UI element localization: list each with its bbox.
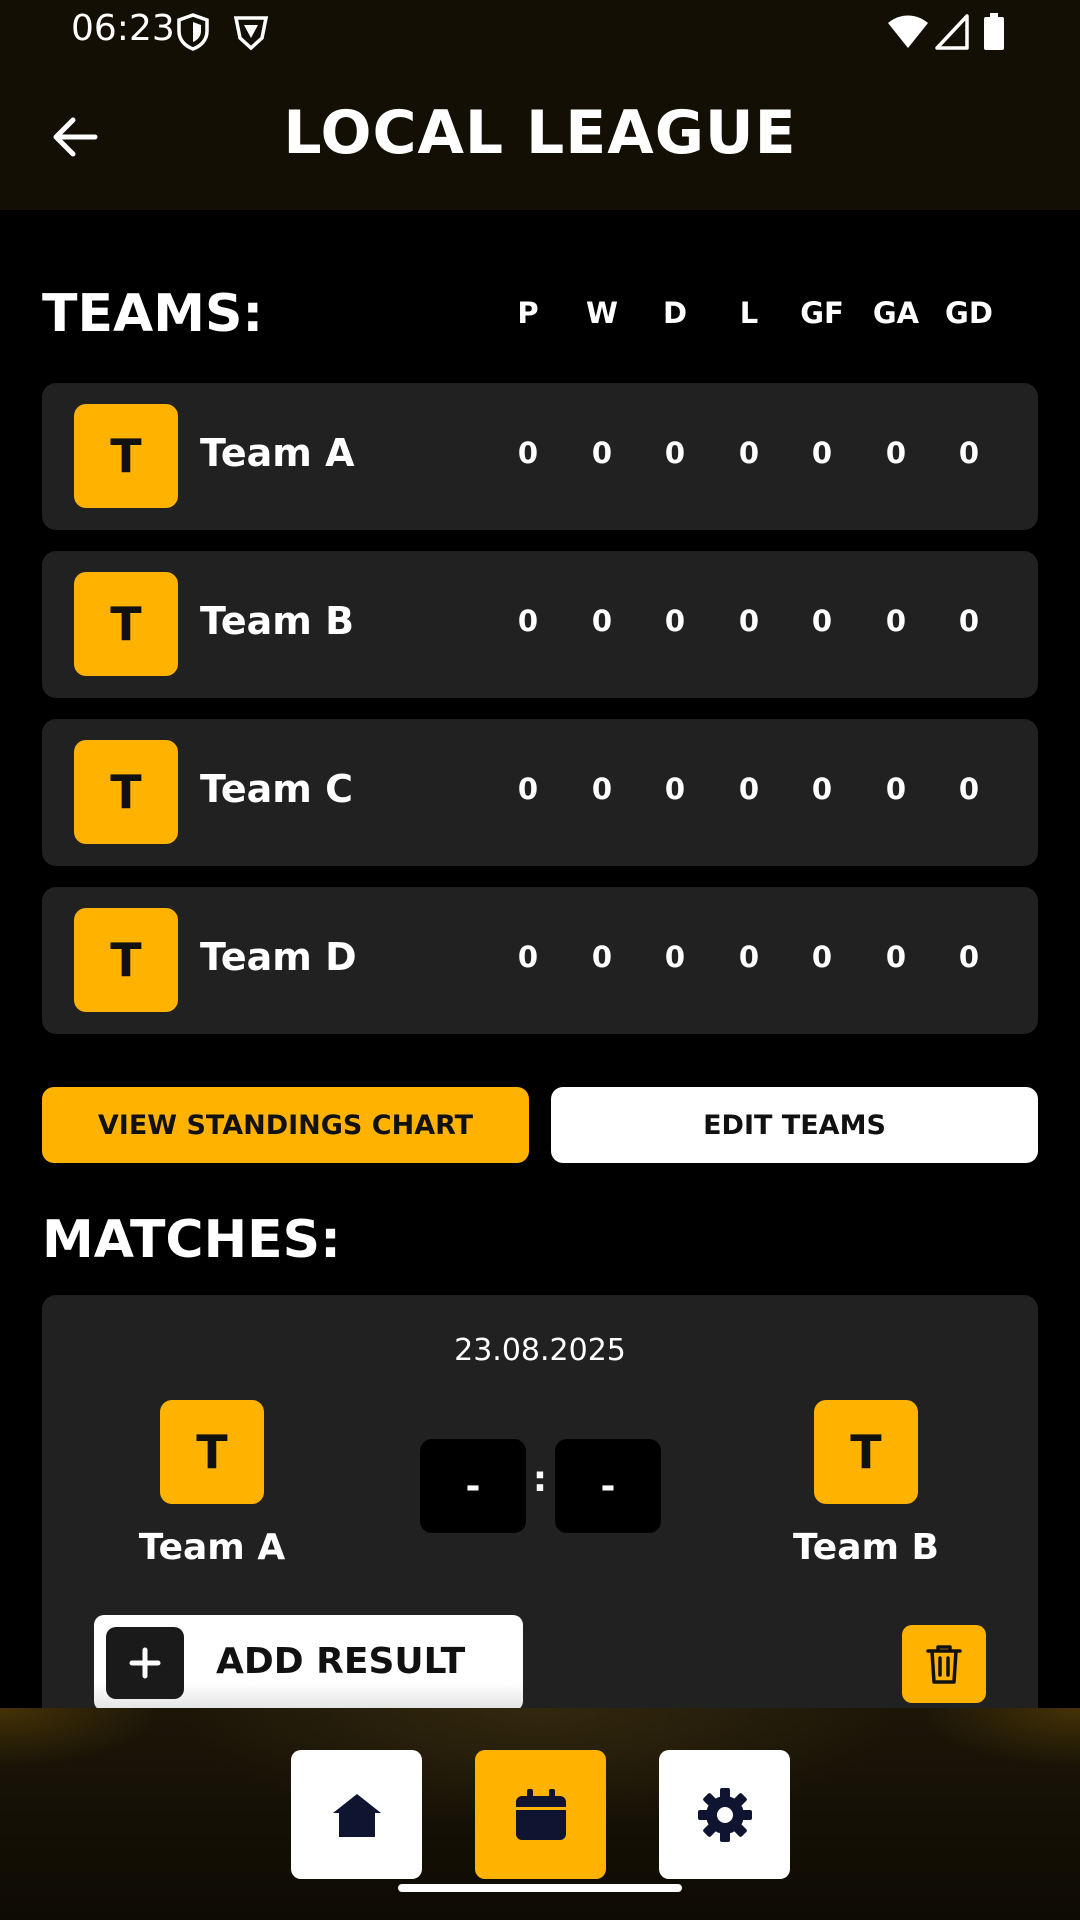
nav-home-button[interactable] bbox=[291, 1750, 422, 1879]
stat-won: 0 bbox=[591, 772, 613, 806]
column-header-goals-for: GF bbox=[800, 296, 844, 330]
team-avatar: T bbox=[74, 572, 178, 676]
stat-lost: 0 bbox=[738, 604, 760, 638]
team-row[interactable]: T Team D 0 0 0 0 0 0 0 bbox=[42, 887, 1038, 1034]
stat-goals-against: 0 bbox=[885, 772, 907, 806]
app-bar: LOCAL LEAGUE bbox=[0, 64, 1080, 210]
match-date: 23.08.2025 bbox=[454, 1333, 626, 1368]
away-score: - bbox=[555, 1439, 661, 1533]
gesture-navigation-bar[interactable] bbox=[398, 1884, 682, 1892]
team-avatar: T bbox=[74, 908, 178, 1012]
nav-calendar-button[interactable] bbox=[475, 1750, 606, 1879]
status-time: 06:23 bbox=[71, 8, 175, 49]
view-standings-chart-button[interactable]: VIEW STANDINGS CHART bbox=[42, 1087, 529, 1163]
column-header-lost: L bbox=[739, 296, 759, 330]
trash-icon bbox=[926, 1645, 962, 1684]
team-name: Team D bbox=[200, 935, 357, 979]
stat-goals-against: 0 bbox=[885, 940, 907, 974]
team-row[interactable]: T Team A 0 0 0 0 0 0 0 bbox=[42, 383, 1038, 530]
column-header-won: W bbox=[586, 296, 618, 330]
edit-teams-button[interactable]: EDIT TEAMS bbox=[551, 1087, 1038, 1163]
home-icon bbox=[332, 1793, 381, 1837]
stat-lost: 0 bbox=[738, 436, 760, 470]
wifi-icon bbox=[886, 12, 930, 54]
stat-played: 0 bbox=[517, 604, 539, 638]
bottom-navigation bbox=[0, 1708, 1080, 1920]
stat-goals-against: 0 bbox=[885, 436, 907, 470]
stat-goals-for: 0 bbox=[811, 436, 833, 470]
stat-won: 0 bbox=[591, 940, 613, 974]
home-team-avatar: T bbox=[160, 1400, 264, 1504]
stat-won: 0 bbox=[591, 604, 613, 638]
stat-drawn: 0 bbox=[664, 604, 686, 638]
team-name: Team B bbox=[200, 599, 355, 643]
nav-settings-button[interactable] bbox=[659, 1750, 790, 1879]
stat-goals-for: 0 bbox=[811, 604, 833, 638]
team-row[interactable]: T Team C 0 0 0 0 0 0 0 bbox=[42, 719, 1038, 866]
stat-won: 0 bbox=[591, 436, 613, 470]
stat-played: 0 bbox=[517, 940, 539, 974]
stat-lost: 0 bbox=[738, 940, 760, 974]
add-result-label: ADD RESULT bbox=[216, 1641, 466, 1682]
teams-heading: TEAMS: bbox=[42, 284, 264, 344]
stat-goal-difference: 0 bbox=[958, 436, 980, 470]
stat-goal-difference: 0 bbox=[958, 940, 980, 974]
vpn-icon bbox=[232, 12, 270, 56]
app-screen: 06:23 LOCAL LEAGUE TEAMS: P W D L GF GA … bbox=[0, 0, 1080, 1920]
stat-goal-difference: 0 bbox=[958, 604, 980, 638]
stat-played: 0 bbox=[517, 436, 539, 470]
stat-drawn: 0 bbox=[664, 772, 686, 806]
team-avatar: T bbox=[74, 740, 178, 844]
page-title: LOCAL LEAGUE bbox=[283, 98, 797, 168]
home-score: - bbox=[420, 1439, 526, 1533]
column-header-played: P bbox=[517, 296, 539, 330]
stat-drawn: 0 bbox=[664, 940, 686, 974]
team-avatar: T bbox=[74, 404, 178, 508]
team-name: Team C bbox=[200, 767, 354, 811]
away-team-name: Team B bbox=[793, 1527, 939, 1568]
stat-lost: 0 bbox=[738, 772, 760, 806]
stat-goals-for: 0 bbox=[811, 772, 833, 806]
matches-heading: MATCHES: bbox=[42, 1210, 341, 1270]
stat-goals-for: 0 bbox=[811, 940, 833, 974]
delete-match-button[interactable] bbox=[902, 1625, 986, 1703]
score-separator: : bbox=[532, 1459, 548, 1500]
team-name: Team A bbox=[200, 431, 355, 475]
team-row[interactable]: T Team B 0 0 0 0 0 0 0 bbox=[42, 551, 1038, 698]
away-team-avatar: T bbox=[814, 1400, 918, 1504]
stat-played: 0 bbox=[517, 772, 539, 806]
signal-icon bbox=[935, 12, 969, 54]
home-team-name: Team A bbox=[138, 1527, 286, 1568]
match-card: 23.08.2025 T Team A - : - T Team B ADD R… bbox=[42, 1295, 1038, 1755]
shield-icon bbox=[175, 12, 211, 56]
status-bar: 06:23 bbox=[0, 0, 1080, 64]
column-header-goals-against: GA bbox=[872, 296, 920, 330]
stat-drawn: 0 bbox=[664, 436, 686, 470]
gear-icon bbox=[697, 1787, 752, 1842]
column-header-drawn: D bbox=[662, 296, 688, 330]
calendar-icon bbox=[515, 1788, 566, 1840]
plus-icon bbox=[106, 1627, 184, 1699]
battery-icon bbox=[982, 12, 1006, 56]
add-result-button[interactable]: ADD RESULT bbox=[94, 1615, 523, 1711]
stat-goal-difference: 0 bbox=[958, 772, 980, 806]
stat-goals-against: 0 bbox=[885, 604, 907, 638]
column-header-goal-difference: GD bbox=[945, 296, 993, 330]
